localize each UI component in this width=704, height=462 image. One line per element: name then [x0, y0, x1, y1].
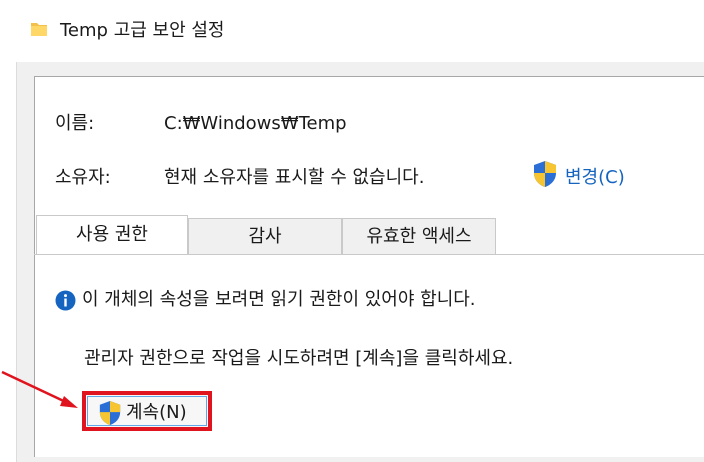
- uac-shield-icon: [534, 161, 556, 187]
- folder-icon: [31, 23, 47, 36]
- continue-button-label: 계속(N): [126, 402, 187, 423]
- tab-permissions-label: 사용 권한: [76, 224, 148, 245]
- tab-auditing[interactable]: 감사: [188, 218, 342, 254]
- tab-effective-access[interactable]: 유효한 액세스: [342, 218, 496, 254]
- info-icon: [55, 290, 76, 311]
- tab-effective-access-label: 유효한 액세스: [366, 226, 472, 247]
- change-owner-link[interactable]: 변경(C): [565, 166, 625, 190]
- uac-shield-icon: [99, 401, 121, 425]
- title-bar: Temp 고급 보안 설정: [0, 0, 704, 62]
- info-message: 이 개체의 속성을 보려면 읽기 권한이 있어야 합니다.: [82, 289, 476, 310]
- tab-auditing-label: 감사: [248, 226, 282, 247]
- owner-value: 현재 소유자를 표시할 수 없습니다.: [164, 167, 425, 188]
- name-label: 이름:: [55, 113, 95, 134]
- owner-label: 소유자:: [55, 167, 111, 188]
- continue-button[interactable]: 계속(N): [82, 391, 212, 431]
- window-title: Temp 고급 보안 설정: [60, 20, 225, 41]
- tab-strip-divider: [34, 254, 704, 255]
- tab-permissions[interactable]: 사용 권한: [36, 215, 188, 255]
- object-path: C:₩Windows₩Temp: [164, 113, 347, 134]
- instruction-text: 관리자 권한으로 작업을 시도하려면 [계속]을 클릭하세요.: [84, 348, 514, 369]
